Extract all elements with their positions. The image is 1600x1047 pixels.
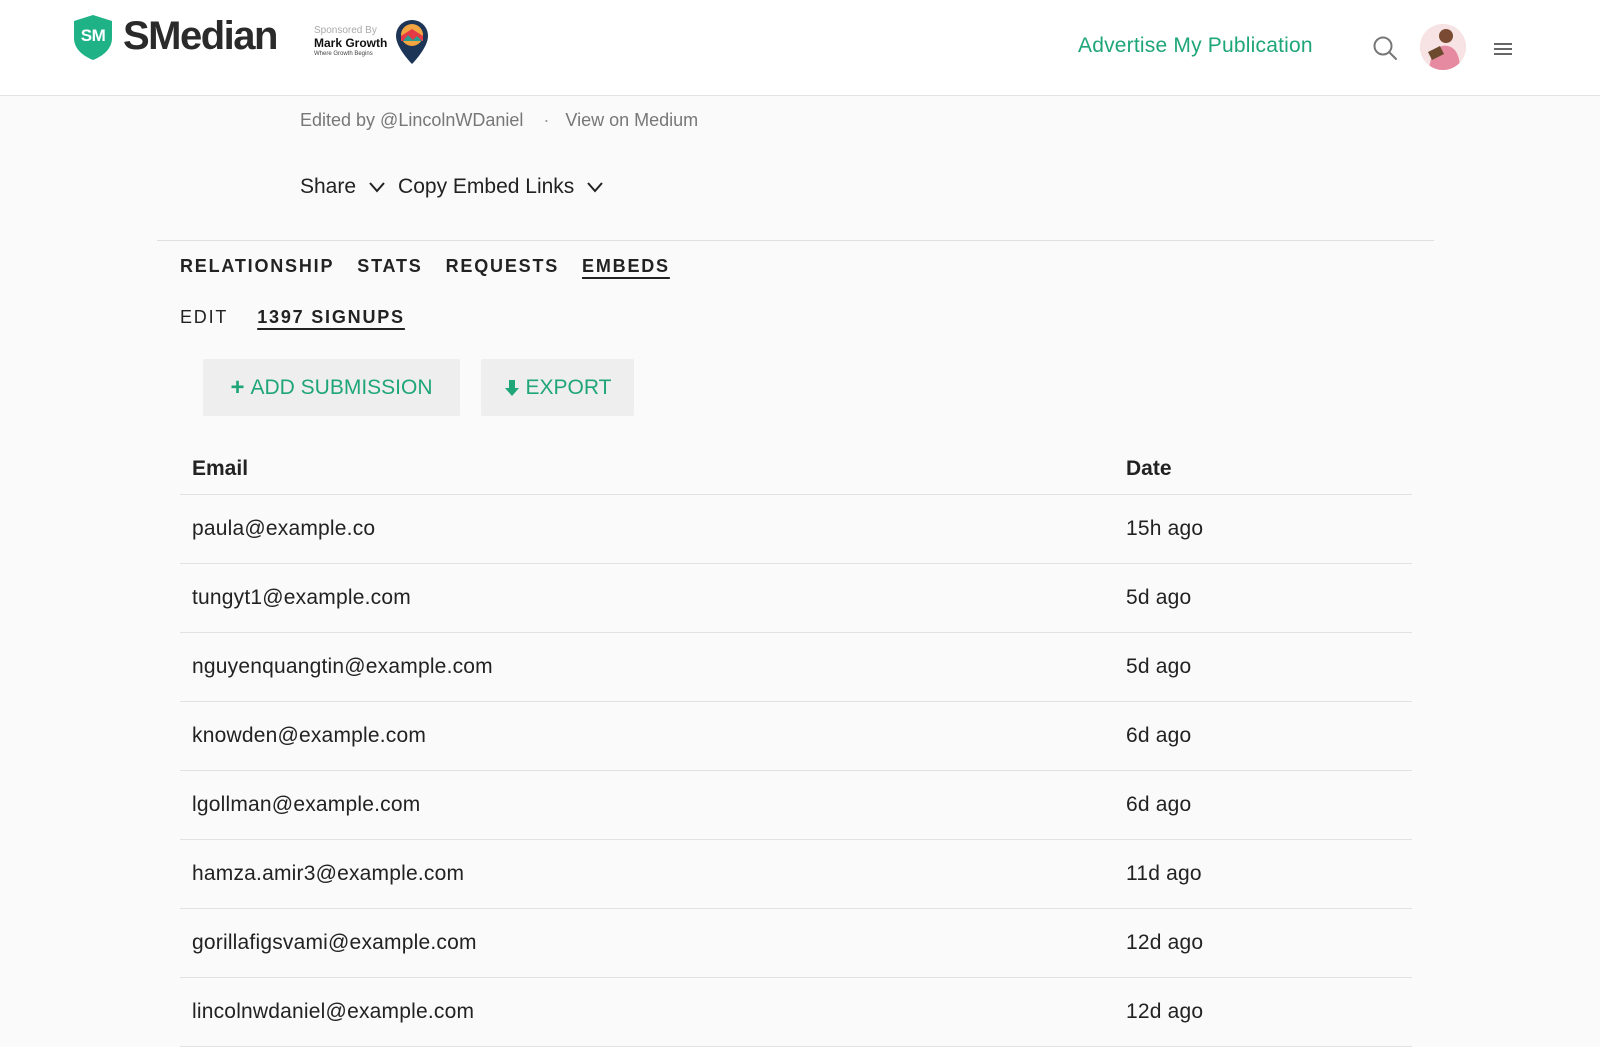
date-cell: 5d ago [1114,632,1412,702]
export-label: EXPORT [525,375,612,399]
table-row: lincolnwdaniel@example.com 12d ago [180,977,1412,1047]
email-cell: lincolnwdaniel@example.com [180,977,1114,1047]
table-row: tungyt1@example.com 5d ago [180,563,1412,633]
table-row: knowden@example.com 6d ago [180,701,1412,771]
section-divider [157,240,1434,241]
email-cell: gorillafigsvami@example.com [180,908,1114,978]
plus-icon: + [230,373,245,401]
top-header: SM SMedian Sponsored By Mark Growth Wher… [0,0,1600,96]
signups-table: Email Date paula@example.co 15h ago tung… [180,445,1412,1047]
tab-requests[interactable]: REQUESTS [446,256,559,277]
copy-embed-links-label[interactable]: Copy Embed Links [398,175,574,199]
export-button[interactable]: EXPORT [481,359,634,416]
subtab-edit[interactable]: EDIT [180,307,228,328]
table-row: nguyenquangtin@example.com 5d ago [180,632,1412,702]
share-row: Share Copy Embed Links [300,175,616,199]
email-cell: nguyenquangtin@example.com [180,632,1114,702]
table-row: gorillafigsvami@example.com 12d ago [180,908,1412,978]
date-cell: 15h ago [1114,494,1412,564]
user-avatar[interactable] [1420,24,1466,70]
mark-growth-pin-icon [395,19,429,65]
sub-tabs: EDIT 1397 SIGNUPS [180,307,434,328]
email-cell: paula@example.co [180,494,1114,564]
advertise-link[interactable]: Advertise My Publication [1078,34,1313,58]
tab-relationship[interactable]: RELATIONSHIP [180,256,334,277]
date-cell: 6d ago [1114,770,1412,840]
view-on-medium-link[interactable]: View on Medium [565,110,698,130]
chevron-down-icon[interactable] [586,181,604,193]
smedian-logo[interactable]: SM [72,14,114,61]
email-cell: lgollman@example.com [180,770,1114,840]
email-cell: knowden@example.com [180,701,1114,771]
table-row: paula@example.co 15h ago [180,494,1412,564]
sponsor-tagline: Where Growth Begins [314,51,373,57]
share-label[interactable]: Share [300,175,356,199]
tab-stats[interactable]: STATS [357,256,422,277]
tab-embeds[interactable]: EMBEDS [582,256,670,277]
download-arrow-icon [504,379,519,396]
subtab-signups[interactable]: 1397 SIGNUPS [257,307,405,328]
email-cell: hamza.amir3@example.com [180,839,1114,909]
email-cell: tungyt1@example.com [180,563,1114,633]
column-header-email[interactable]: Email [180,445,1114,495]
search-icon[interactable] [1372,35,1398,61]
sponsor-caption: Sponsored By [314,25,377,36]
logo-initials: SM [80,26,106,45]
date-cell: 5d ago [1114,563,1412,633]
date-cell: 12d ago [1114,977,1412,1047]
add-submission-button[interactable]: + ADD SUBMISSION [203,359,460,416]
main-tabs: RELATIONSHIP STATS REQUESTS EMBEDS [180,256,693,277]
sponsor-block[interactable]: Sponsored By Mark Growth Where Growth Be… [314,25,394,58]
table-row: lgollman@example.com 6d ago [180,770,1412,840]
add-submission-label: ADD SUBMISSION [250,375,433,399]
chevron-down-icon[interactable] [368,181,386,193]
brand-name[interactable]: SMedian [123,14,278,59]
table-header-row: Email Date [180,445,1412,495]
menu-icon[interactable] [1494,42,1512,56]
date-cell: 11d ago [1114,839,1412,909]
publication-meta: Edited by @LincolnWDaniel · View on Medium [300,110,698,131]
table-row: hamza.amir3@example.com 11d ago [180,839,1412,909]
date-cell: 6d ago [1114,701,1412,771]
date-cell: 12d ago [1114,908,1412,978]
column-header-date[interactable]: Date [1114,445,1412,495]
sponsor-name: Mark Growth [314,36,388,50]
meta-separator: · [543,110,550,130]
edited-by[interactable]: Edited by @LincolnWDaniel [300,110,523,130]
